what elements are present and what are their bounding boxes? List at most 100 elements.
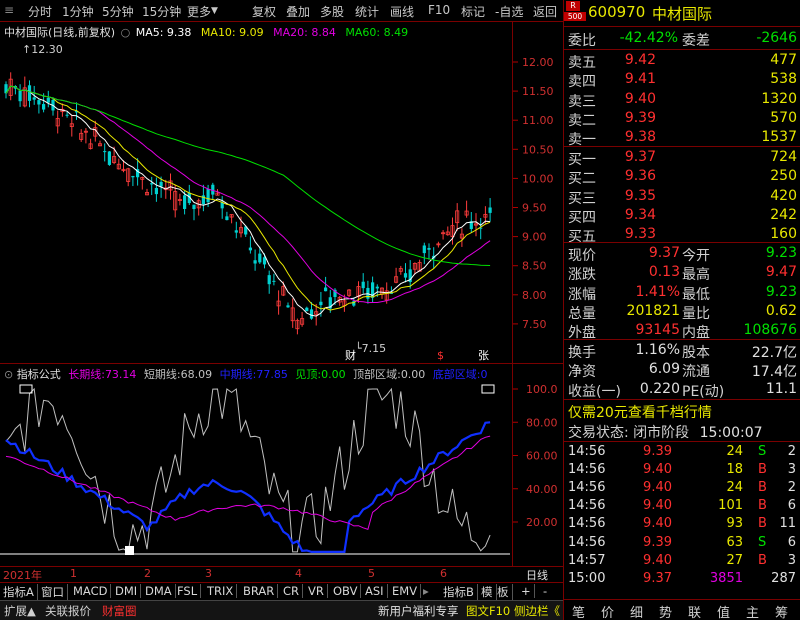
price-tick-label: 7.50 [522,318,547,331]
tab-value[interactable]: 值 [717,602,730,620]
tick-count: 287 [771,570,796,586]
bid-row[interactable]: 买一 9.37 724 [564,148,800,168]
tick-price: 9.40 [643,462,672,478]
tick-volume: 18 [726,462,743,478]
tab-trades[interactable]: 笔 [572,602,585,620]
rise-mark: 张 [478,349,489,362]
ma20-line [5,85,491,304]
more-dropdown-icon[interactable]: ▼ [211,6,218,16]
top-toolbar: ≡ 分时 1分钟 5分钟 15分钟 更多 ▼ 复权 叠加 多股 统计 画线 F1… [0,0,563,22]
stat-value: 1.41% [635,283,680,300]
tick-volume: 101 [718,498,743,514]
stock-name: 中材国际 [652,5,713,23]
tick-time: 14:56 [568,498,606,514]
add-pane-button[interactable]: + [518,584,535,598]
stats-row: 涨跌 0.13 最高 9.47 [564,263,800,283]
ask-row[interactable]: 卖五 9.42 477 [564,51,800,71]
back-button[interactable]: 返回 [533,3,557,20]
f10-button[interactable]: F10 [428,3,450,17]
low-price-label: └7.15 [355,341,386,355]
tab-trix[interactable]: TRIX [204,584,238,598]
tab-chips[interactable]: 筹 [775,602,788,620]
ask-row[interactable]: 卖四 9.41 538 [564,70,800,90]
tab-dmi[interactable]: DMI [112,584,142,598]
statistics-button[interactable]: 统计 [355,3,379,20]
tab-macd[interactable]: MACD [70,584,112,598]
bid-row[interactable]: 买三 9.35 420 [564,187,800,207]
bid-volume: 160 [770,226,797,243]
overlay-button[interactable]: 叠加 [286,3,310,20]
sidebar-toggle-button[interactable]: 侧边栏《 [514,603,560,619]
expand-button[interactable]: 扩展▲ [4,603,36,619]
tab-indicator-b[interactable]: 指标B [440,584,478,600]
tab-brar[interactable]: BRAR [240,584,279,598]
tab-obv[interactable]: OBV [330,584,362,598]
top-zone-marker [19,384,33,394]
price-tick-label: 11.00 [522,114,554,127]
tab-window[interactable]: 窗口 [38,584,68,600]
tab-fsl[interactable]: FSL [174,584,202,598]
tab-board[interactable]: 板 [494,584,513,600]
kline-chart[interactable]: 12.00 11.50 11.00 10.50 10.00 9.50 9.00 8.50 8.0… [0,22,563,567]
tab-emv[interactable]: EMV [389,584,422,598]
bid-price: 9.33 [624,226,656,243]
tab-cr[interactable]: CR [280,584,304,598]
quote-panel: R 500 600970 中材国际 委比 -42.42% 委差 -2646 卖五… [563,0,800,620]
hamburger-icon[interactable]: ≡ [4,3,14,17]
ask-row[interactable]: 卖一 9.38 1537 [564,128,800,148]
multi-stock-button[interactable]: 多股 [320,3,344,20]
bid-row[interactable]: 买二 9.36 250 [564,167,800,187]
wealth-circle-button[interactable]: 财富圈 [102,603,137,619]
bottom-zone-label: 底部区域: [432,368,481,381]
add-watchlist-button[interactable]: -自选 [495,3,523,20]
candle-body [42,104,46,110]
tab-main[interactable]: 主 [746,602,759,620]
tab-dma[interactable]: DMA [142,584,176,598]
related-quotes-button[interactable]: 关联报价 [45,603,91,619]
bid-level-label: 买四 [568,209,596,226]
stat-value: 9.23 [765,245,797,261]
candle-body [154,187,158,195]
tick-time: 14:56 [568,462,606,478]
tab-scroll-icon[interactable]: ▸ [420,584,432,598]
promo-link[interactable]: 仅需20元查看千档行情 [568,402,712,422]
period-label[interactable]: 日线 [526,567,548,583]
stat-value: 1.16% [635,342,680,358]
tab-5min[interactable]: 5分钟 [102,3,134,20]
indicator-settings-icon[interactable]: ⊙ [4,368,13,381]
tab-asi[interactable]: ASI [362,584,388,598]
tab-link[interactable]: 联 [688,602,701,620]
mid-line [5,421,491,553]
bid-row[interactable]: 买四 9.34 242 [564,206,800,226]
short-line-label: 短期线: [143,368,181,381]
tab-detail[interactable]: 细 [630,602,643,620]
price-tick-label: 12.00 [522,56,554,69]
ask-row[interactable]: 卖三 9.40 1320 [564,90,800,110]
mark-button[interactable]: 标记 [461,3,485,20]
draw-line-button[interactable]: 画线 [390,3,414,20]
tab-indicator-a[interactable]: 指标A [0,584,38,600]
tab-price[interactable]: 价 [601,602,614,620]
tab-vr[interactable]: VR [305,584,328,598]
stat-value: 6.09 [648,361,680,378]
tab-more[interactable]: 更多 [187,3,211,20]
stat-label: PE(动) [682,383,725,400]
graphic-f10-button[interactable]: 图文F10 [466,603,510,619]
indicator-name[interactable]: 指标公式 [17,368,61,381]
date-axis: 2021年 1 2 3 4 5 6 日线 [0,567,563,583]
candle-body [267,275,271,285]
tick-row: 14:56 9.39 63 S 6 [568,534,800,552]
candle-body [422,245,426,254]
new-user-promo-link[interactable]: 新用户福利专享 [378,603,459,619]
fuquan-button[interactable]: 复权 [252,3,276,20]
candle-body [324,287,328,292]
ask-level-label: 卖三 [568,93,596,110]
tab-trend[interactable]: 势 [659,602,672,620]
tab-fenshi[interactable]: 分时 [28,3,52,20]
tab-15min[interactable]: 15分钟 [142,3,181,20]
ask-row[interactable]: 卖二 9.39 570 [564,109,800,129]
settings-icon[interactable]: ○ [121,26,131,39]
tab-1min[interactable]: 1分钟 [62,3,94,20]
remove-pane-button[interactable]: - [540,584,550,598]
tick-volume: 27 [726,552,743,568]
